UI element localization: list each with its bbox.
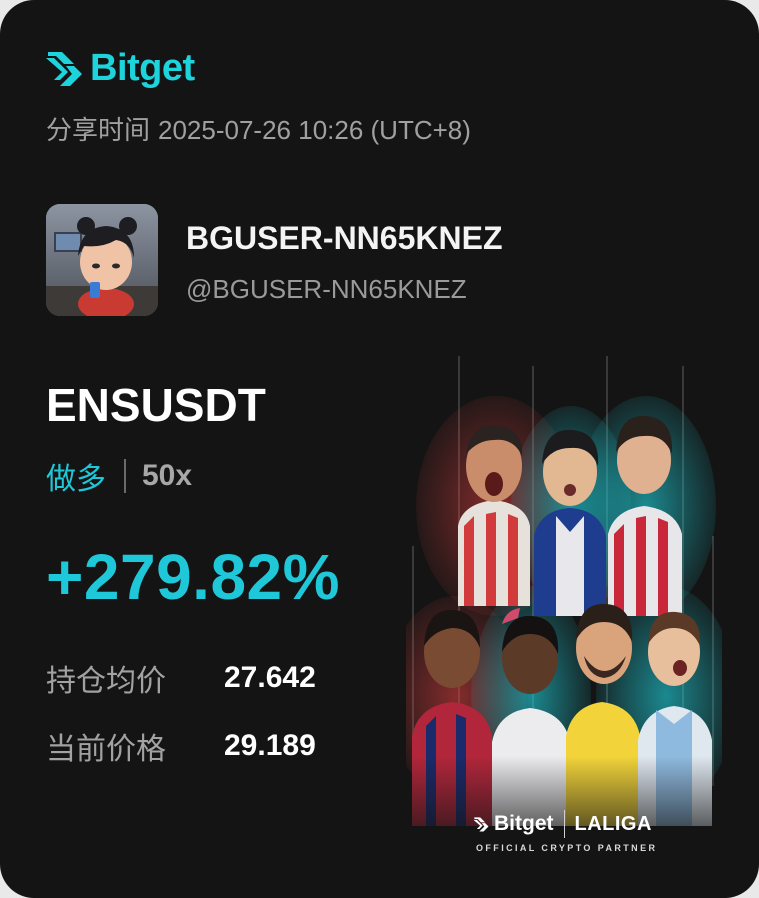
share-time-label: 分享时间 (46, 115, 151, 145)
bitget-logo-icon (46, 52, 82, 86)
promo-divider (563, 810, 565, 838)
share-card: Bitget 分享时间 2025-07-26 10:26 (UTC+8) BGU… (0, 0, 759, 898)
current-price-label: 当前价格 (46, 733, 166, 766)
user-handle: @BGUSER-NN65KNEZ (186, 274, 467, 304)
pnl-percent: +279.82% (46, 541, 341, 613)
bitget-logo: Bitget (44, 44, 195, 92)
divider (124, 459, 126, 493)
trading-pair: ENSUSDT (46, 379, 266, 431)
current-price-row: 当前价格 29.189 (46, 724, 316, 768)
brand-name: Bitget (90, 46, 195, 89)
avatar (46, 204, 158, 316)
promo-tagline: OFFICIAL CRYPTO PARTNER (476, 843, 658, 853)
laliga-players-promo-image (406, 356, 722, 864)
username: BGUSER-NN65KNEZ (186, 220, 503, 256)
position-side: 做多 (46, 463, 106, 496)
promo-brand-laliga: LALIGA (574, 812, 652, 835)
position-direction: 做多 50x (46, 454, 192, 498)
bitget-small-logo-icon (473, 817, 489, 832)
avg-price-label: 持仓均价 (46, 665, 166, 698)
share-time-value: 2025-07-26 10:26 (UTC+8) (158, 115, 471, 145)
current-price-value: 29.189 (224, 729, 316, 762)
leverage: 50x (142, 459, 193, 492)
share-time: 分享时间 2025-07-26 10:26 (UTC+8) (46, 110, 471, 147)
avg-price-value: 27.642 (224, 661, 316, 694)
avg-price-row: 持仓均价 27.642 (46, 656, 316, 700)
promo-brand: Bitget LALIGA (472, 810, 652, 838)
promo-brand-bitget: Bitget (494, 812, 554, 835)
avatar-image (46, 204, 158, 316)
